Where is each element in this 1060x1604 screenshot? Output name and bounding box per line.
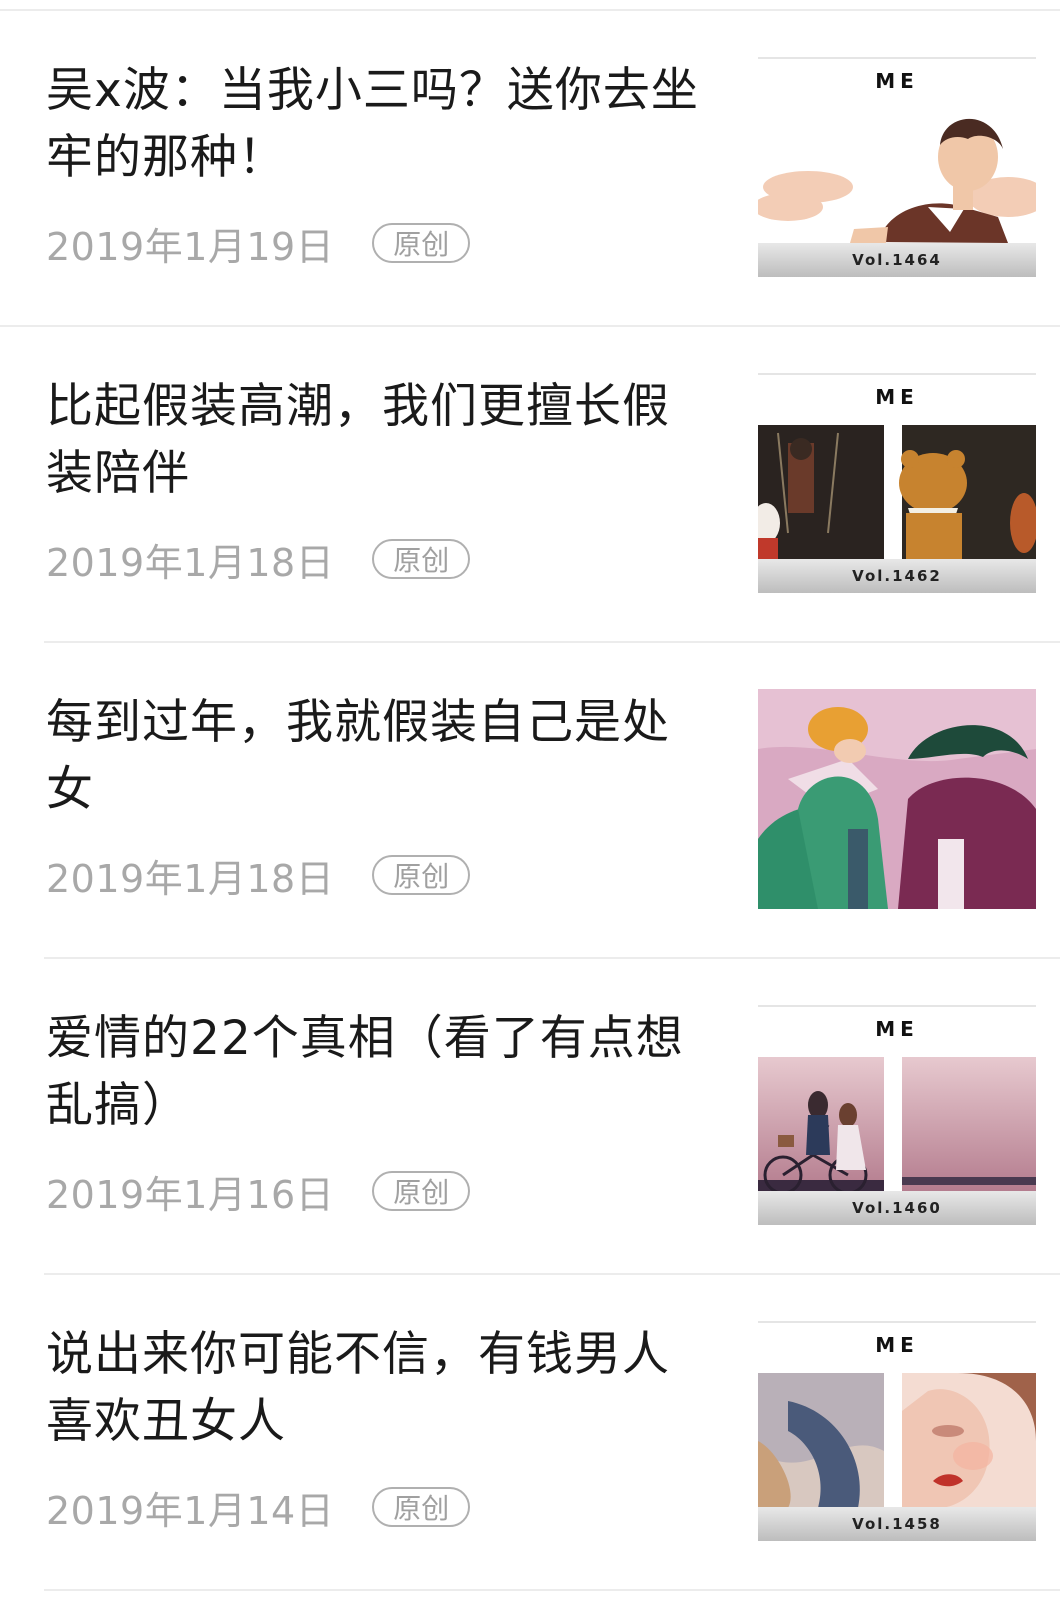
article-title[interactable]: 比起假装高潮，我们更擅长假装陪伴 [46, 373, 716, 507]
original-badge: 原创 [372, 539, 471, 579]
article-item[interactable]: 吴x波：当我小三吗？送你去坐牢的那种！ 2019年1月19日 原创 ME Vol… [0, 11, 1060, 327]
original-badge: 原创 [372, 1487, 471, 1527]
article-title[interactable]: 每到过年，我就假装自己是处女 [46, 689, 716, 823]
article-meta: 2019年1月18日 原创 [46, 535, 471, 585]
original-badge: 原创 [372, 855, 471, 895]
thumbnail-volume: Vol.1462 [758, 559, 1036, 593]
thumbnail-volume: Vol.1464 [758, 243, 1036, 277]
article-item[interactable]: 说出来你可能不信，有钱男人喜欢丑女人 2019年1月14日 原创 ME Vol.… [0, 1275, 1060, 1591]
article-title[interactable]: 吴x波：当我小三吗？送你去坐牢的那种！ [46, 57, 716, 191]
thumbnail-illustration [758, 689, 1036, 909]
article-title[interactable]: 爱情的22个真相（看了有点想乱搞） [46, 1005, 716, 1139]
article-thumbnail[interactable] [758, 689, 1036, 909]
article-meta: 2019年1月16日 原创 [46, 1167, 471, 1217]
article-date: 2019年1月18日 [46, 856, 335, 901]
article-title[interactable]: 说出来你可能不信，有钱男人喜欢丑女人 [46, 1321, 716, 1455]
article-meta: 2019年1月18日 原创 [46, 851, 471, 901]
article-meta: 2019年1月14日 原创 [46, 1483, 471, 1533]
article-list: 吴x波：当我小三吗？送你去坐牢的那种！ 2019年1月19日 原创 ME Vol… [0, 11, 1060, 1591]
article-item[interactable]: 爱情的22个真相（看了有点想乱搞） 2019年1月16日 原创 ME Vol.1… [0, 959, 1060, 1275]
original-badge: 原创 [372, 223, 471, 263]
article-date: 2019年1月14日 [46, 1488, 335, 1533]
article-item[interactable]: 每到过年，我就假装自己是处女 2019年1月18日 原创 [0, 643, 1060, 959]
article-thumbnail[interactable]: ME Vol.1462 [758, 373, 1036, 593]
article-thumbnail[interactable]: ME Vol.1464 [758, 57, 1036, 277]
thumbnail-brand: ME [875, 385, 919, 409]
article-date: 2019年1月16日 [46, 1172, 335, 1217]
thumbnail-volume: Vol.1460 [758, 1191, 1036, 1225]
original-badge: 原创 [372, 1171, 471, 1211]
thumbnail-brand: ME [875, 69, 919, 93]
article-date: 2019年1月18日 [46, 540, 335, 585]
article-thumbnail[interactable]: ME Vol.1460 [758, 1005, 1036, 1225]
thumbnail-brand: ME [875, 1017, 919, 1041]
article-item[interactable]: 比起假装高潮，我们更擅长假装陪伴 2019年1月18日 原创 ME Vol.14… [0, 327, 1060, 643]
article-thumbnail[interactable]: ME Vol.1458 [758, 1321, 1036, 1541]
article-meta: 2019年1月19日 原创 [46, 219, 471, 269]
thumbnail-brand: ME [875, 1333, 919, 1357]
article-date: 2019年1月19日 [46, 224, 335, 269]
thumbnail-volume: Vol.1458 [758, 1507, 1036, 1541]
item-divider [44, 1589, 1060, 1591]
